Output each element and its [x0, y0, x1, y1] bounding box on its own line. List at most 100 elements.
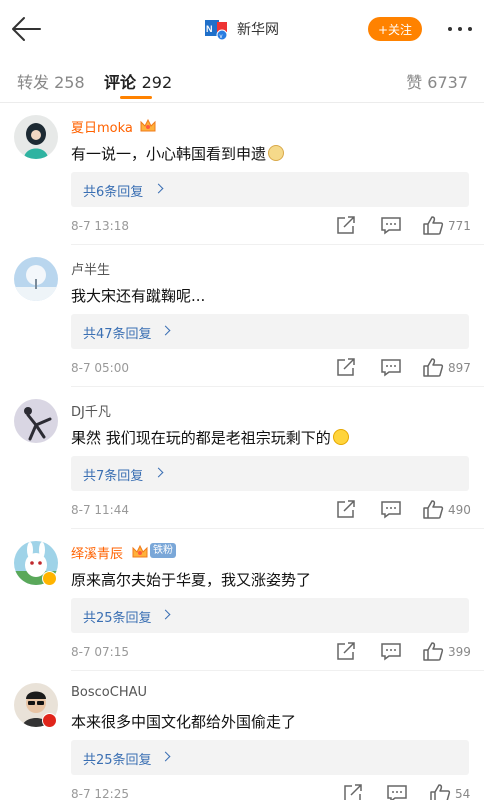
like-button[interactable]	[422, 357, 444, 377]
account-title: N v 新华网	[205, 17, 279, 41]
thumbs-up-icon	[423, 642, 444, 661]
comment-icon	[381, 643, 401, 661]
username[interactable]: BoscoCHAU	[71, 685, 147, 700]
reply-summary[interactable]: 共47条回复	[71, 314, 469, 349]
username[interactable]: DJ千凡	[71, 401, 111, 420]
timestamp: 8-7 13:18	[71, 219, 129, 233]
thumbs-up-icon	[423, 358, 444, 377]
reply-summary[interactable]: 共25条回复	[71, 740, 469, 775]
xinhua-logo: N v	[205, 18, 229, 41]
comment-text: 原来高尔夫始于华夏，我又涨姿势了	[71, 571, 312, 589]
share-button[interactable]	[335, 357, 357, 377]
comment-item: DJ千凡 果然 我们现在玩的都是老祖宗玩剩下的 共7条回复 8-7 11:44 …	[0, 387, 484, 529]
username[interactable]: 卢半生	[71, 259, 110, 278]
tab-like[interactable]: 赞 6737	[406, 69, 468, 93]
crown-badge-icon	[139, 117, 157, 134]
like-count: 897	[448, 361, 471, 375]
tab-comment-label: 评论	[104, 73, 137, 92]
chevron-right-icon	[160, 751, 171, 762]
reply-count-link[interactable]: 共47条回复	[83, 323, 152, 342]
svg-text:v: v	[220, 34, 223, 40]
fan-badge: 铁粉	[150, 543, 176, 558]
like-count: 399	[448, 645, 471, 659]
comment-text: 有一说一，小心韩国看到申遗	[71, 143, 285, 164]
reply-button[interactable]	[380, 499, 402, 519]
reply-summary[interactable]: 共25条回复	[71, 598, 469, 633]
like-button[interactable]	[429, 783, 451, 800]
timestamp: 8-7 12:25	[71, 787, 129, 800]
top-nav-bar: N v 新华网 +关注	[0, 0, 484, 58]
like-count: 54	[455, 787, 471, 800]
back-arrow-icon	[12, 17, 41, 41]
like-button[interactable]	[422, 641, 444, 661]
chevron-right-icon	[160, 325, 171, 336]
username[interactable]: 绎溪青辰	[71, 543, 123, 562]
comment-icon	[381, 359, 401, 377]
reply-count-link[interactable]: 共25条回复	[83, 607, 152, 626]
share-icon	[337, 216, 355, 234]
doge-emoji-icon	[268, 145, 285, 161]
dot-icon	[468, 27, 472, 31]
comment-item: 绎溪青辰 铁粉 原来高尔夫始于华夏，我又涨姿势了 共25条回复 8-7 07:1…	[0, 529, 484, 671]
comment-icon	[381, 501, 401, 519]
back-button[interactable]	[10, 14, 42, 44]
crown-badge-icon	[131, 543, 149, 560]
verified-badge-icon	[42, 571, 57, 586]
reply-button[interactable]	[386, 783, 408, 800]
share-icon	[344, 784, 362, 800]
more-options-button[interactable]	[444, 18, 476, 40]
tab-bar: 转发 258 评论 292 赞 6737	[0, 58, 484, 102]
active-tab-indicator	[120, 96, 152, 99]
like-button[interactable]	[422, 499, 444, 519]
comment-item: 卢半生 我大宋还有蹴鞠呢... 共47条回复 8-7 05:00 897	[0, 245, 484, 387]
reply-summary[interactable]: 共6条回复	[71, 172, 469, 207]
share-button[interactable]	[335, 641, 357, 661]
thumbs-up-icon	[430, 784, 451, 800]
dot-icon	[458, 27, 462, 31]
thumbs-up-icon	[423, 216, 444, 235]
share-button[interactable]	[342, 783, 364, 800]
reply-button[interactable]	[380, 357, 402, 377]
reply-count-link[interactable]: 共6条回复	[83, 181, 143, 200]
reply-summary[interactable]: 共7条回复	[71, 456, 469, 491]
share-icon	[337, 500, 355, 518]
comment-item: BoscoCHAU 本来很多中国文化都给外国偷走了 共25条回复 8-7 12:…	[0, 671, 484, 800]
username[interactable]: 夏日moka	[71, 117, 133, 136]
reply-count-link[interactable]: 共7条回复	[83, 465, 143, 484]
chevron-right-icon	[153, 467, 164, 478]
page-title: 新华网	[237, 22, 279, 38]
comment-text: 果然 我们现在玩的都是老祖宗玩剩下的	[71, 427, 349, 448]
share-icon	[337, 642, 355, 660]
timestamp: 8-7 11:44	[71, 503, 129, 517]
like-count: 490	[448, 503, 471, 517]
reply-button[interactable]	[380, 215, 402, 235]
timestamp: 8-7 07:15	[71, 645, 129, 659]
comment-text: 我大宋还有蹴鞠呢...	[71, 287, 206, 305]
region-badge-icon	[42, 713, 57, 728]
dot-icon	[448, 27, 452, 31]
laughing-emoji-icon	[332, 429, 349, 445]
chevron-right-icon	[153, 183, 164, 194]
like-count: 771	[448, 219, 471, 233]
tab-comment[interactable]: 评论 292	[104, 69, 172, 93]
reply-button[interactable]	[380, 641, 402, 661]
share-icon	[337, 358, 355, 376]
avatar[interactable]	[14, 399, 58, 443]
thumbs-up-icon	[423, 500, 444, 519]
chevron-right-icon	[160, 609, 171, 620]
comment-text: 本来很多中国文化都给外国偷走了	[71, 713, 297, 731]
comment-item: 夏日moka 有一说一，小心韩国看到申遗 共6条回复 8-7 13:18 771	[0, 103, 484, 245]
comment-icon	[387, 785, 407, 800]
comment-body: 有一说一，小心韩国看到申遗	[71, 145, 267, 163]
tab-comment-count: 292	[141, 73, 173, 92]
comment-icon	[381, 217, 401, 235]
share-button[interactable]	[335, 215, 357, 235]
avatar[interactable]	[14, 115, 58, 159]
share-button[interactable]	[335, 499, 357, 519]
avatar[interactable]	[14, 257, 58, 301]
follow-button[interactable]: +关注	[368, 17, 422, 41]
like-button[interactable]	[422, 215, 444, 235]
tab-repost[interactable]: 转发 258	[17, 69, 85, 93]
svg-text:N: N	[206, 24, 213, 34]
reply-count-link[interactable]: 共25条回复	[83, 749, 152, 768]
